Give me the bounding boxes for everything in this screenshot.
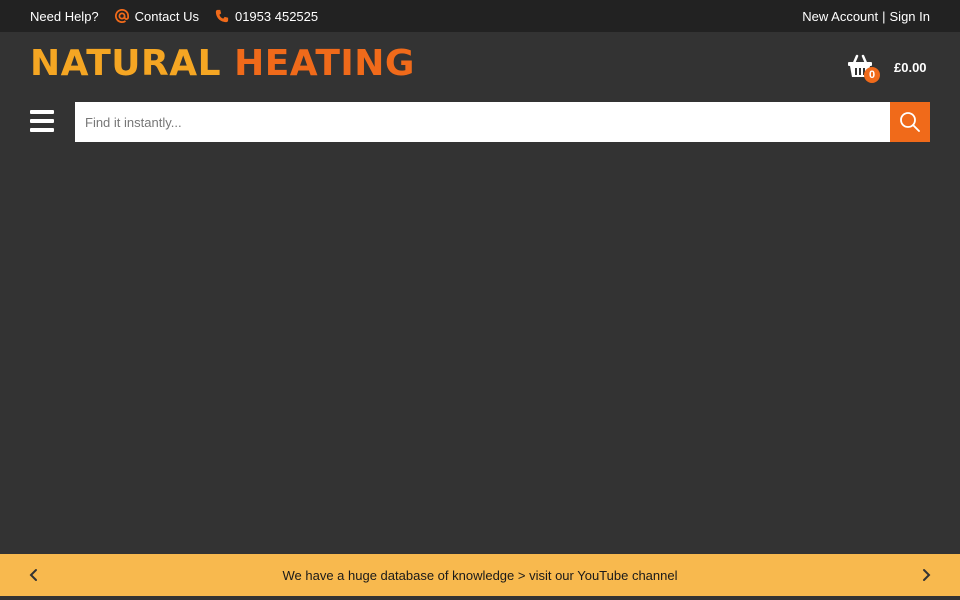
basket-icon: 0 xyxy=(846,53,880,83)
contact-us-label: Contact Us xyxy=(134,8,199,24)
account-links: New Account | Sign In xyxy=(802,9,930,24)
chevron-left-icon[interactable] xyxy=(26,567,42,583)
promo-banner: We have a huge database of knowledge > v… xyxy=(0,554,960,596)
cart-count-badge: 0 xyxy=(864,67,880,83)
sign-in-link[interactable]: Sign In xyxy=(890,9,930,24)
search-button[interactable] xyxy=(890,102,930,142)
site-logo[interactable]: NATURAL HEATING xyxy=(30,44,415,84)
site-header: NATURAL HEATING 0 £0.00 xyxy=(0,32,960,100)
cart-total: £0.00 xyxy=(894,59,927,75)
search-input[interactable] xyxy=(75,102,890,142)
need-help-label: Need Help? xyxy=(30,8,99,24)
hamburger-menu-icon[interactable] xyxy=(30,110,54,132)
phone-number: 01953 452525 xyxy=(234,8,319,24)
phone-link[interactable]: 01953 452525 xyxy=(215,9,318,24)
search-icon xyxy=(900,112,920,132)
logo-word-heating: HEATING xyxy=(234,43,415,84)
cart-button[interactable]: 0 £0.00 xyxy=(846,50,946,84)
chevron-right-icon[interactable] xyxy=(918,567,934,583)
contact-us-link[interactable]: Contact Us xyxy=(114,8,199,24)
account-separator: | xyxy=(882,8,886,24)
bottom-strip xyxy=(0,596,960,600)
at-sign-icon xyxy=(114,9,129,23)
search-bar xyxy=(75,102,930,142)
logo-word-natural: NATURAL xyxy=(30,43,222,84)
new-account-link[interactable]: New Account xyxy=(802,9,878,24)
hamburger-line xyxy=(30,128,54,132)
top-bar: Need Help? Contact Us 01953 452525 New A… xyxy=(0,0,960,32)
promo-message-link[interactable]: We have a huge database of knowledge > v… xyxy=(283,568,678,583)
phone-icon xyxy=(215,9,229,23)
top-bar-left: Need Help? Contact Us 01953 452525 xyxy=(30,9,334,24)
hamburger-line xyxy=(30,110,54,114)
hamburger-line xyxy=(30,119,54,123)
